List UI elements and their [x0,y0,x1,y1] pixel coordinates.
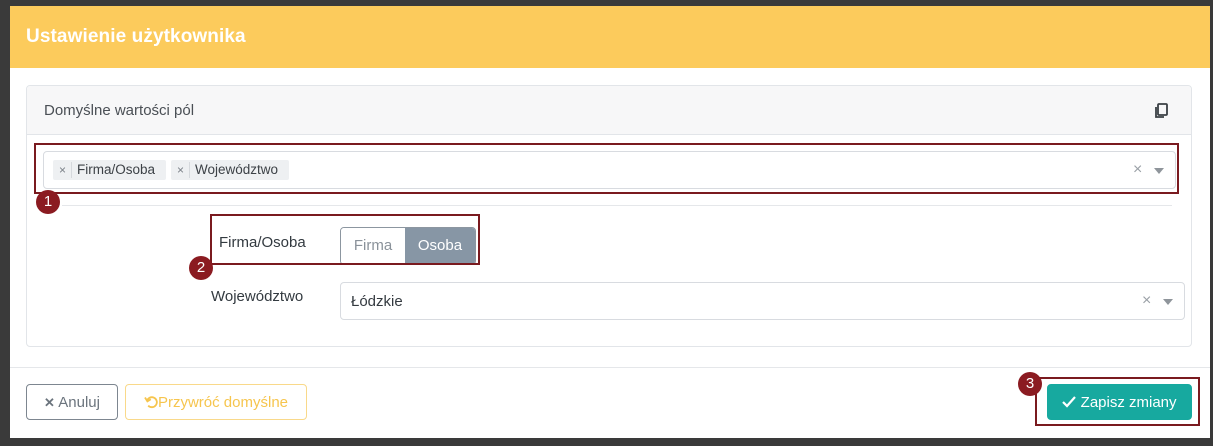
wojewodztwo-select[interactable]: Łódzkie × [340,282,1185,320]
copy-icon[interactable] [1154,103,1168,119]
restore-defaults-button[interactable]: Przywróć domyślne [125,384,307,420]
undo-icon [144,396,158,409]
modal-title: Ustawienie użytkownika [26,26,246,47]
annotation-box-1 [34,143,1179,194]
chevron-down-icon[interactable] [1163,299,1173,305]
annotation-box-3 [1035,377,1200,426]
annotation-box-2 [210,214,480,265]
wojewodztwo-label: Województwo [211,288,304,305]
annotation-badge-2: 2 [189,256,213,280]
card-header: Domyślne wartości pól [27,86,1191,135]
close-icon: ✕ [44,395,55,410]
modal-header: Ustawienie użytkownika [10,6,1210,68]
cancel-button[interactable]: ✕ Anuluj [26,384,118,420]
footer-divider [10,367,1210,368]
wojewodztwo-value: Łódzkie [351,293,403,310]
restore-label: Przywróć domyślne [157,394,289,411]
annotation-badge-1: 1 [36,190,60,214]
divider [62,205,1172,206]
card-title: Domyślne wartości pól [44,102,195,119]
clear-icon[interactable]: × [1142,293,1151,309]
annotation-badge-3: 3 [1018,372,1042,396]
cancel-label: Anuluj [58,394,100,411]
